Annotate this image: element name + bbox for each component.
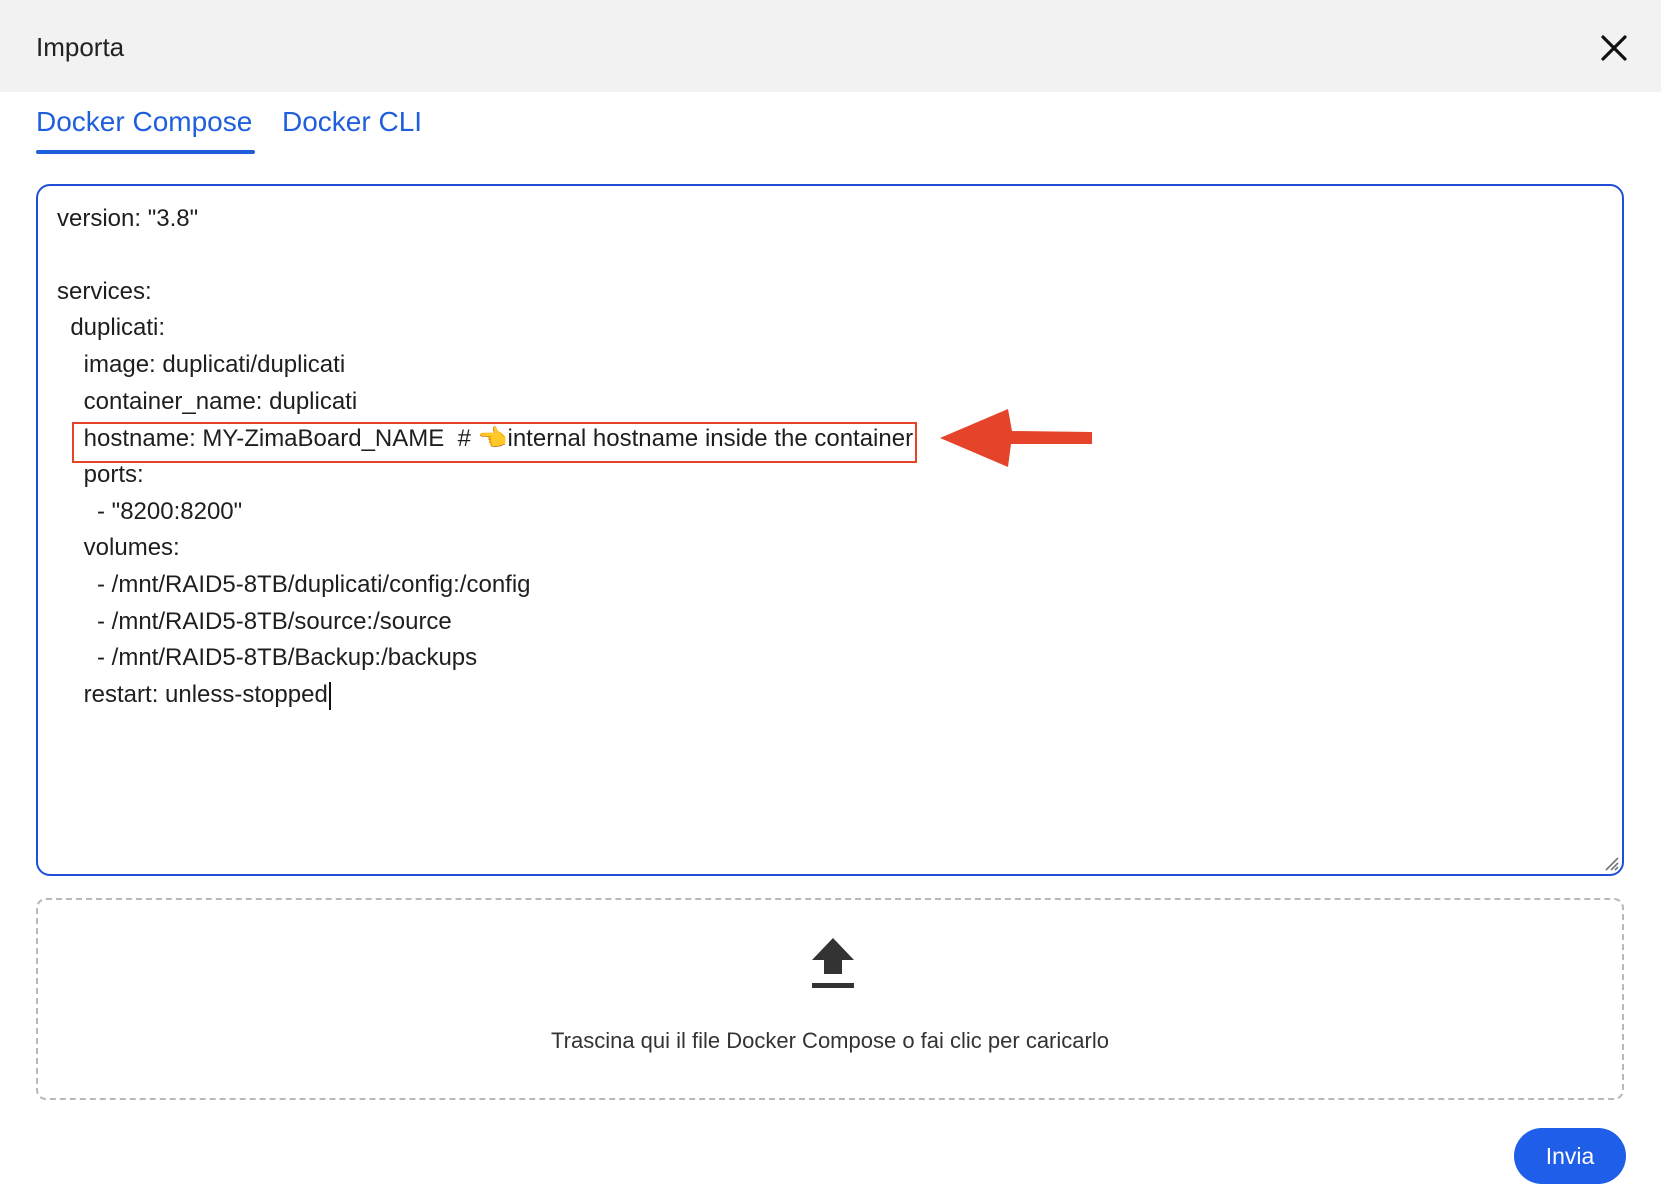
code-line: image: duplicati/duplicati: [57, 351, 346, 378]
code-line: volumes:: [57, 534, 180, 561]
dialog-header: Importa: [0, 0, 1661, 92]
dropzone-text: Trascina qui il file Docker Compose o fa…: [551, 1028, 1109, 1053]
code-line-text: restart: unless-stopped: [57, 681, 328, 708]
tab-docker-compose[interactable]: Docker Compose: [36, 106, 252, 138]
code-line: ports:: [57, 461, 144, 488]
annotation-arrow-icon: [940, 409, 1092, 467]
submit-button[interactable]: Invia: [1514, 1128, 1626, 1184]
annotation-highlight-box: [72, 422, 917, 463]
code-line: container_name: duplicati: [57, 388, 358, 415]
tab-docker-cli[interactable]: Docker CLI: [282, 106, 422, 138]
code-line: - /mnt/RAID5-8TB/source:/source: [57, 608, 452, 635]
active-tab-indicator: [36, 150, 255, 154]
dialog-title: Importa: [36, 32, 125, 62]
file-dropzone[interactable]: Trascina qui il file Docker Compose o fa…: [36, 898, 1624, 1100]
code-line: - /mnt/RAID5-8TB/Backup:/backups: [57, 644, 478, 671]
code-line: - "8200:8200": [57, 498, 243, 525]
compose-editor[interactable]: version: "3.8" services: duplicati: imag…: [36, 184, 1624, 876]
close-button[interactable]: [1596, 30, 1632, 66]
code-line: services:: [57, 278, 152, 305]
code-line-last: restart: unless-stopped: [57, 678, 331, 712]
code-line: - /mnt/RAID5-8TB/duplicati/config:/confi…: [57, 571, 531, 598]
code-line: version: "3.8": [57, 205, 199, 232]
text-caret: [328, 681, 331, 710]
close-icon: [1601, 35, 1627, 61]
code-line: duplicati:: [57, 314, 166, 341]
upload-icon: [812, 938, 854, 988]
resize-handle-icon[interactable]: [1598, 850, 1620, 872]
